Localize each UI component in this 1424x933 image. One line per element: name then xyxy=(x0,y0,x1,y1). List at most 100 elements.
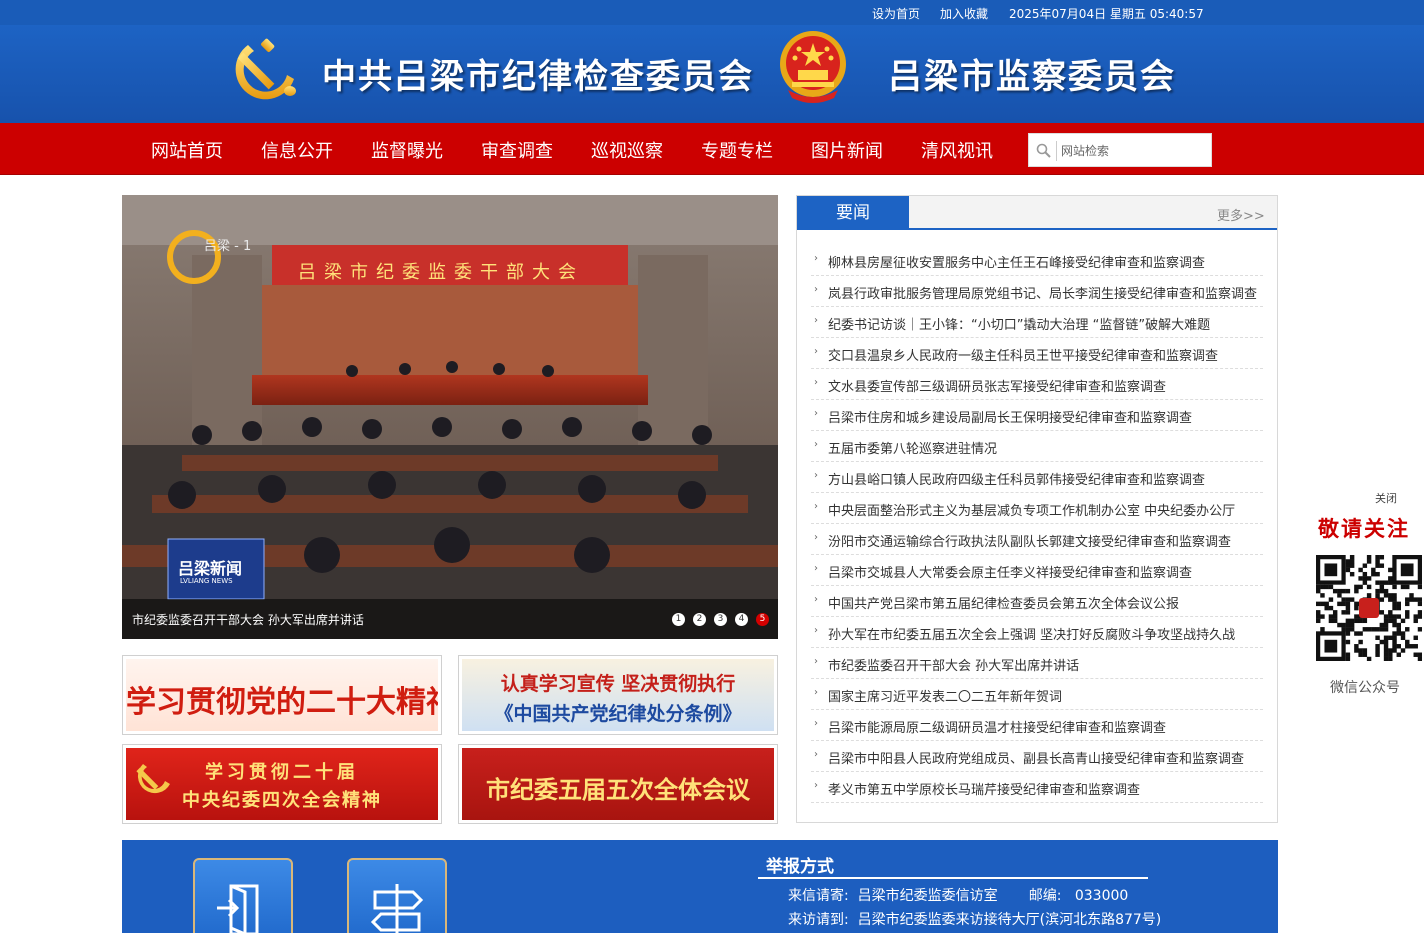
news-more-link[interactable]: 更多>> xyxy=(1217,205,1265,224)
news-item-title[interactable]: 吕梁市住房和城乡建设局副局长王保明接受纪律审查和监察调查 xyxy=(828,407,1264,426)
news-list-item[interactable]: › 文水县委宣传部三级调研员张志军接受纪律审查和监察调查 xyxy=(811,369,1263,400)
news-list-item[interactable]: › 方山县峪口镇人民政府四级主任科员郭伟接受纪律审查和监察调查 xyxy=(811,462,1263,493)
top-utility-bar: 设为首页 加入收藏 2025年07月04日 星期五 05:40:57 xyxy=(0,0,1424,25)
news-item-title[interactable]: 五届市委第八轮巡察进驻情况 xyxy=(828,438,1264,457)
news-item-title[interactable]: 市纪委监委召开干部大会 孙大军出席并讲话 xyxy=(828,655,1264,674)
banner-discipline-regulations[interactable]: 认真学习宣传 坚决贯彻执行 《中国共产党纪律处分条例》 xyxy=(458,655,778,735)
list-arrow-icon: › xyxy=(814,625,818,636)
list-arrow-icon: › xyxy=(814,749,818,760)
report-guide-button[interactable] xyxy=(347,858,447,933)
close-float-button[interactable]: 关闭 xyxy=(1375,490,1397,506)
news-item-title[interactable]: 中央层面整治形式主义为基层减负专项工作机制办公室 中央纪委办公厅 xyxy=(828,500,1264,519)
slide-caption[interactable]: 市纪委监委召开干部大会 孙大军出席并讲话 xyxy=(132,611,364,628)
news-list-item[interactable]: › 柳林县房屋征收安置服务中心主任王石峰接受纪律审查和监察调查 xyxy=(811,245,1263,276)
banner-city-meeting-text: 市纪委五届五次全体会议 xyxy=(486,775,750,804)
news-item-title[interactable]: 孙大军在市纪委五届五次全会上强调 坚决打好反腐败斗争攻坚战持久战 xyxy=(828,624,1264,643)
news-list-item[interactable]: › 汾阳市交通运输综合行政执法队副队长郭建文接受纪律审查和监察调查 xyxy=(811,524,1263,555)
news-list-item[interactable]: › 孙大军在市纪委五届五次全会上强调 坚决打好反腐败斗争攻坚战持久战 xyxy=(811,617,1263,648)
nav-item-photo-news[interactable]: 图片新闻 xyxy=(811,137,883,163)
login-door-icon xyxy=(217,884,259,933)
party-commission-title: 中共吕梁市纪律检查委员会 xyxy=(322,57,754,97)
news-slideshow[interactable]: 吕梁 - 1 吕梁市纪委监委干部大会 吕梁新闻 LVLIANG NEWS 市纪委… xyxy=(122,195,778,639)
news-list-item[interactable]: › 孝义市第五中学原校长马瑞芹接受纪律审查和监察调查 xyxy=(811,772,1263,803)
list-arrow-icon: › xyxy=(814,656,818,667)
tab-headline-news[interactable]: 要闻 xyxy=(797,196,909,230)
list-arrow-icon: › xyxy=(814,594,818,605)
news-list-item[interactable]: › 纪委书记访谈｜王小锋：“小切口”撬动大治理 “监督链”破解大难题 xyxy=(811,307,1263,338)
add-favorite-link[interactable]: 加入收藏 xyxy=(940,5,988,22)
news-item-title[interactable]: 文水县委宣传部三级调研员张志军接受纪律审查和监察调查 xyxy=(828,376,1264,395)
report-divider xyxy=(758,877,1148,879)
mail-label: 来信请寄: xyxy=(788,888,849,904)
news-list-item[interactable]: › 中国共产党吕梁市第五届纪律检查委员会第五次全体会议公报 xyxy=(811,586,1263,617)
banner-twentieth-congress-text: 学习贯彻党的二十大精神 xyxy=(126,685,438,720)
news-item-title[interactable]: 柳林县房屋征收安置服务中心主任王石峰接受纪律审查和监察调查 xyxy=(828,252,1264,271)
news-item-title[interactable]: 中国共产党吕梁市第五届纪律检查委员会第五次全体会议公报 xyxy=(828,593,1264,612)
site-header: 中共吕梁市纪律检查委员会 吕梁市监察委员会 xyxy=(0,25,1424,123)
list-arrow-icon: › xyxy=(814,253,818,264)
nav-item-inspection[interactable]: 巡视巡察 xyxy=(591,137,663,163)
list-arrow-icon: › xyxy=(814,346,818,357)
report-methods-band: 举报方式 来信请寄: 吕梁市纪委监委信访室 邮编: 033000 来访请到: 吕… xyxy=(122,840,1278,933)
nav-item-info-disclosure[interactable]: 信息公开 xyxy=(261,137,333,163)
national-emblem-icon xyxy=(780,31,846,103)
news-list-item[interactable]: › 吕梁市中阳县人民政府党组成员、副县长高青山接受纪律审查和监察调查 xyxy=(811,741,1263,772)
list-arrow-icon: › xyxy=(814,718,818,729)
search-divider xyxy=(1056,141,1057,161)
nav-item-exposure[interactable]: 监督曝光 xyxy=(371,137,443,163)
list-arrow-icon: › xyxy=(814,377,818,388)
report-methods-title: 举报方式 xyxy=(766,857,834,877)
nav-item-special-topics[interactable]: 专题专栏 xyxy=(701,137,773,163)
slide-caption-bar: 市纪委监委召开干部大会 孙大军出席并讲话 1 2 3 4 5 xyxy=(122,599,778,639)
news-item-title[interactable]: 汾阳市交通运输综合行政执法队副队长郭建文接受纪律审查和监察调查 xyxy=(828,531,1264,550)
list-arrow-icon: › xyxy=(814,408,818,419)
main-nav: 网站首页 信息公开 监督曝光 审查调查 巡视巡察 专题专栏 图片新闻 清风视讯 xyxy=(0,123,1424,175)
news-list-item[interactable]: › 五届市委第八轮巡察进驻情况 xyxy=(811,431,1263,462)
news-item-title[interactable]: 吕梁市能源局原二级调研员温才柱接受纪律审查和监察调查 xyxy=(828,717,1264,736)
news-program-logo-en: LVLIANG NEWS xyxy=(180,577,233,585)
banner-fourth-plenary[interactable]: 学习贯彻二十届 中央纪委四次全会精神 xyxy=(122,744,442,824)
news-list-item[interactable]: › 岚县行政审批服务管理局原党组书记、局长李润生接受纪律审查和监察调查 xyxy=(811,276,1263,307)
slide-dot-3[interactable]: 3 xyxy=(714,613,727,626)
news-item-title[interactable]: 吕梁市交城县人大常委会原主任李义祥接受纪律审查和监察调查 xyxy=(828,562,1264,581)
set-homepage-link[interactable]: 设为首页 xyxy=(872,5,920,22)
slide-dot-2[interactable]: 2 xyxy=(693,613,706,626)
banner-city-commission-meeting[interactable]: 市纪委五届五次全体会议 xyxy=(458,744,778,824)
list-arrow-icon: › xyxy=(814,532,818,543)
nav-item-investigation[interactable]: 审查调查 xyxy=(481,137,553,163)
nav-item-video[interactable]: 清风视讯 xyxy=(921,137,993,163)
news-item-title[interactable]: 纪委书记访谈｜王小锋：“小切口”撬动大治理 “监督链”破解大难题 xyxy=(828,314,1264,333)
slide-dot-1[interactable]: 1 xyxy=(672,613,685,626)
search-input[interactable] xyxy=(1061,140,1206,162)
news-item-title[interactable]: 交口县温泉乡人民政府一级主任科员王世平接受纪律审查和监察调查 xyxy=(828,345,1264,364)
news-list-item[interactable]: › 国家主席习近平发表二〇二五年新年贺词 xyxy=(811,679,1263,710)
search-box xyxy=(1028,133,1212,167)
news-list-item[interactable]: › 交口县温泉乡人民政府一级主任科员王世平接受纪律审查和监察调查 xyxy=(811,338,1263,369)
news-item-title[interactable]: 岚县行政审批服务管理局原党组书记、局长李润生接受纪律审查和监察调查 xyxy=(828,283,1264,302)
slide-dot-5[interactable]: 5 xyxy=(756,613,769,626)
news-item-title[interactable]: 方山县峪口镇人民政府四级主任科员郭伟接受纪律审查和监察调查 xyxy=(828,469,1264,488)
search-icon[interactable] xyxy=(1035,142,1053,160)
meeting-banner-text: 吕梁市纪委监委干部大会 xyxy=(298,262,584,283)
news-item-title[interactable]: 国家主席习近平发表二〇二五年新年贺词 xyxy=(828,686,1264,705)
news-list-item[interactable]: › 市纪委监委召开干部大会 孙大军出席并讲话 xyxy=(811,648,1263,679)
nav-item-home[interactable]: 网站首页 xyxy=(151,137,223,163)
banner-twentieth-congress[interactable]: 学习贯彻党的二十大精神 xyxy=(122,655,442,735)
news-list-item[interactable]: › 吕梁市交城县人大常委会原主任李义祥接受纪律审查和监察调查 xyxy=(811,555,1263,586)
online-report-button[interactable] xyxy=(193,858,293,933)
party-emblem-icon xyxy=(235,38,296,100)
list-arrow-icon: › xyxy=(814,470,818,481)
banner-discipline-line1: 认真学习宣传 坚决贯彻执行 xyxy=(500,673,736,695)
news-list-item[interactable]: › 吕梁市住房和城乡建设局副局长王保明接受纪律审查和监察调查 xyxy=(811,400,1263,431)
news-list-item[interactable]: › 中央层面整治形式主义为基层减负专项工作机制办公室 中央纪委办公厅 xyxy=(811,493,1263,524)
slide-dot-4[interactable]: 4 xyxy=(735,613,748,626)
banner-plenary-line2: 中央纪委四次全会精神 xyxy=(182,790,382,811)
list-arrow-icon: › xyxy=(814,780,818,791)
postcode-label: 邮编: xyxy=(1028,888,1062,904)
wechat-account-caption: 微信公众号 xyxy=(1330,680,1400,696)
news-item-title[interactable]: 吕梁市中阳县人民政府党组成员、副县长高青山接受纪律审查和监察调查 xyxy=(828,748,1264,767)
news-list-item[interactable]: › 吕梁市能源局原二级调研员温才柱接受纪律审查和监察调查 xyxy=(811,710,1263,741)
signpost-icon xyxy=(370,884,424,933)
news-item-title[interactable]: 孝义市第五中学原校长马瑞芹接受纪律审查和监察调查 xyxy=(828,779,1264,798)
news-panel-header: 要闻 更多>> xyxy=(797,196,1277,230)
